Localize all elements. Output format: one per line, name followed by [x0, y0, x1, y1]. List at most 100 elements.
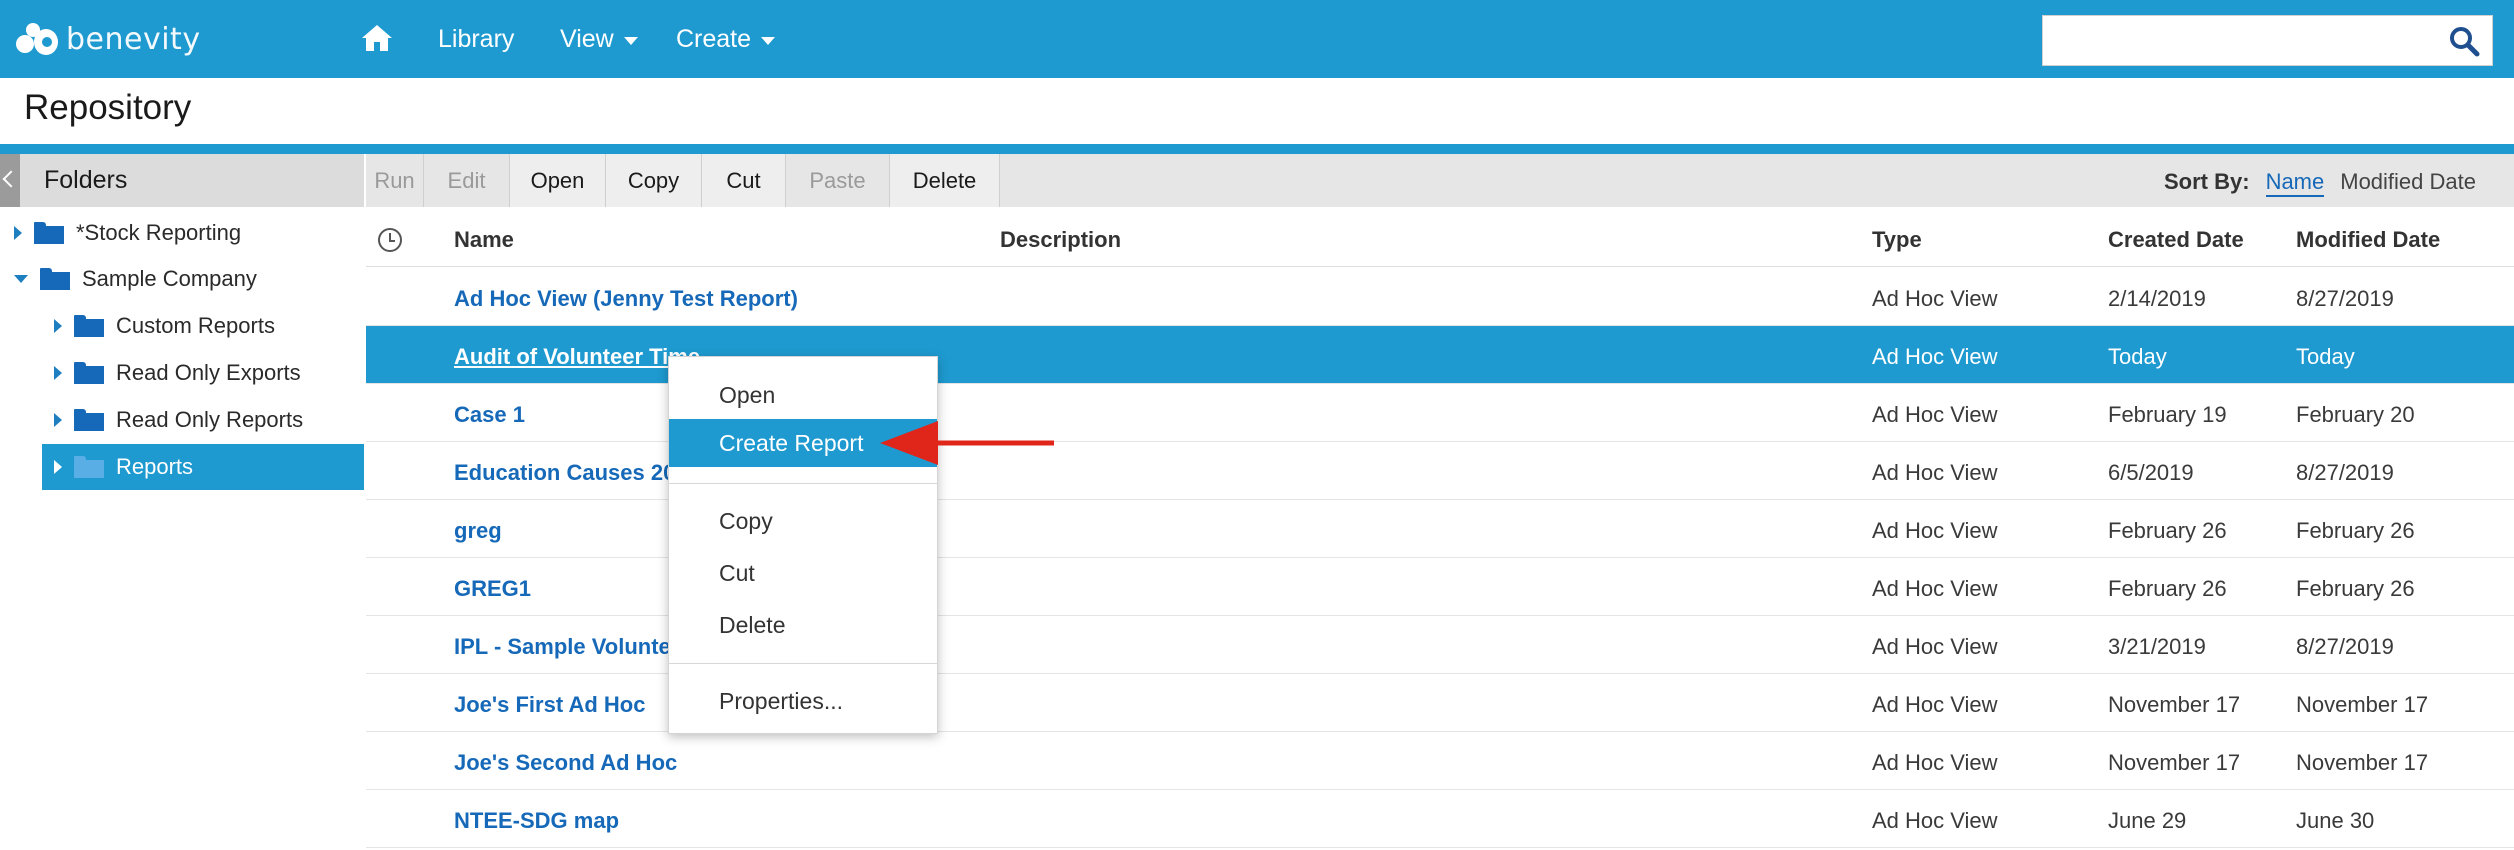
nav-library-label: Library [438, 25, 515, 53]
search-input[interactable] [2042, 15, 2493, 66]
folder-read-only-reports[interactable]: Read Only Reports [54, 397, 364, 443]
row-type: Ad Hoc View [1872, 402, 1998, 427]
expand-arrow-icon[interactable] [14, 226, 22, 240]
table-row[interactable]: Joe's Second Ad Hoc Ad Hoc View November… [366, 732, 2514, 790]
expand-arrow-icon[interactable] [54, 460, 62, 474]
header-divider [0, 144, 2514, 154]
row-name-link[interactable]: Joe's First Ad Hoc [454, 692, 645, 718]
clock-icon[interactable] [378, 228, 402, 252]
nav-create-label: Create [676, 25, 752, 53]
context-menu-cut[interactable]: Cut [669, 549, 937, 597]
row-modified-date: February 26 [2296, 518, 2415, 543]
row-name-link[interactable]: Case 1 [454, 402, 525, 428]
context-menu: Open Create Report Copy Cut Delete Prope… [668, 356, 938, 734]
row-name-link[interactable]: Ad Hoc View (Jenny Test Report) [454, 286, 798, 312]
sort-by-modified-date[interactable]: Modified Date [2340, 169, 2476, 197]
expand-arrow-icon[interactable] [54, 319, 62, 333]
folders-title: Folders [44, 166, 128, 194]
row-name-link[interactable]: Joe's Second Ad Hoc [454, 750, 677, 776]
folder-label: *Stock Reporting [76, 220, 242, 245]
column-name[interactable]: Name [454, 227, 514, 253]
home-button[interactable] [360, 22, 394, 54]
context-menu-copy[interactable]: Copy [669, 497, 937, 545]
brand-name: benevity [66, 21, 201, 57]
cut-label: Cut [726, 167, 761, 193]
collapse-arrow-icon[interactable] [14, 275, 28, 283]
folders-panel-header: Folders [0, 154, 364, 207]
row-created-date: Today [2108, 344, 2167, 369]
folder-sample-company[interactable]: Sample Company [14, 256, 364, 302]
open-button[interactable]: Open [510, 154, 606, 207]
folder-label: Custom Reports [116, 313, 275, 338]
run-button[interactable]: Run [366, 154, 424, 207]
sort-by-label: Sort By: [2164, 169, 2250, 194]
menu-item-label: Delete [719, 611, 786, 638]
row-type: Ad Hoc View [1872, 808, 1998, 833]
search-icon[interactable] [2448, 25, 2480, 57]
nav-library[interactable]: Library [438, 22, 514, 56]
row-type: Ad Hoc View [1872, 576, 1998, 601]
copy-button[interactable]: Copy [606, 154, 702, 207]
folder-stock-reporting[interactable]: *Stock Reporting [14, 210, 364, 256]
open-label: Open [530, 167, 585, 193]
column-modified-date[interactable]: Modified Date [2296, 227, 2440, 253]
menu-item-label: Cut [719, 559, 755, 586]
column-type[interactable]: Type [1872, 227, 1922, 253]
row-name-link[interactable]: IPL - Sample Voluntee [454, 634, 683, 660]
row-created-date: 2/14/2019 [2108, 286, 2206, 311]
folder-icon [74, 315, 104, 337]
benevity-logo[interactable]: benevity [16, 18, 201, 60]
folder-icon [40, 268, 70, 290]
row-type: Ad Hoc View [1872, 634, 1998, 659]
row-name-link[interactable]: greg [454, 518, 502, 544]
context-menu-properties[interactable]: Properties... [669, 677, 937, 725]
context-menu-delete[interactable]: Delete [669, 601, 937, 649]
cut-button[interactable]: Cut [702, 154, 786, 207]
delete-label: Delete [912, 167, 977, 193]
table-row[interactable]: NTEE-SDG map Ad Hoc View June 29 June 30 [366, 790, 2514, 848]
menu-divider [669, 483, 937, 484]
folder-label: Read Only Reports [116, 407, 304, 432]
table-row[interactable]: Ad Hoc View (Jenny Test Report) Ad Hoc V… [366, 268, 2514, 326]
folder-icon [74, 409, 104, 431]
sort-by-name[interactable]: Name [2265, 169, 2325, 197]
column-description[interactable]: Description [1000, 227, 1121, 253]
folder-read-only-exports[interactable]: Read Only Exports [54, 350, 364, 396]
row-name-link[interactable]: Education Causes 201 [454, 460, 688, 486]
row-name-link[interactable]: GREG1 [454, 576, 531, 602]
folder-icon [34, 222, 64, 244]
menu-divider [669, 663, 937, 664]
run-label: Run [374, 167, 415, 193]
home-icon [362, 25, 392, 51]
nav-view-menu[interactable]: View [560, 22, 638, 56]
nav-create-menu[interactable]: Create [676, 22, 776, 56]
expand-arrow-icon[interactable] [54, 413, 62, 427]
page-title: Repository [24, 88, 192, 127]
annotation-arrow-icon [880, 421, 1054, 465]
folder-icon [74, 456, 104, 478]
paste-button[interactable]: Paste [786, 154, 890, 207]
column-created-date[interactable]: Created Date [2108, 227, 2244, 253]
delete-button[interactable]: Delete [890, 154, 1000, 207]
row-modified-date: 8/27/2019 [2296, 286, 2394, 311]
row-created-date: February 19 [2108, 402, 2227, 427]
context-menu-open[interactable]: Open [669, 371, 937, 419]
folder-label: Read Only Exports [116, 360, 301, 385]
expand-arrow-icon[interactable] [54, 366, 62, 380]
menu-item-label: Create Report [719, 429, 864, 456]
row-modified-date: 8/27/2019 [2296, 460, 2394, 485]
menu-item-label: Copy [719, 507, 773, 534]
nav-view-label: View [560, 25, 614, 53]
row-created-date: 6/5/2019 [2108, 460, 2194, 485]
edit-button[interactable]: Edit [424, 154, 510, 207]
folder-reports[interactable]: Reports [42, 444, 364, 490]
row-modified-date: February 26 [2296, 576, 2415, 601]
folder-custom-reports[interactable]: Custom Reports [54, 303, 364, 349]
collapse-panel-button[interactable] [0, 154, 20, 207]
row-created-date: 3/21/2019 [2108, 634, 2206, 659]
row-name-link[interactable]: NTEE-SDG map [454, 808, 619, 834]
row-name-link[interactable]: Audit of Volunteer Time [454, 344, 700, 370]
row-modified-date: November 17 [2296, 750, 2429, 775]
chevron-down-icon [761, 37, 776, 45]
paste-label: Paste [809, 167, 866, 193]
